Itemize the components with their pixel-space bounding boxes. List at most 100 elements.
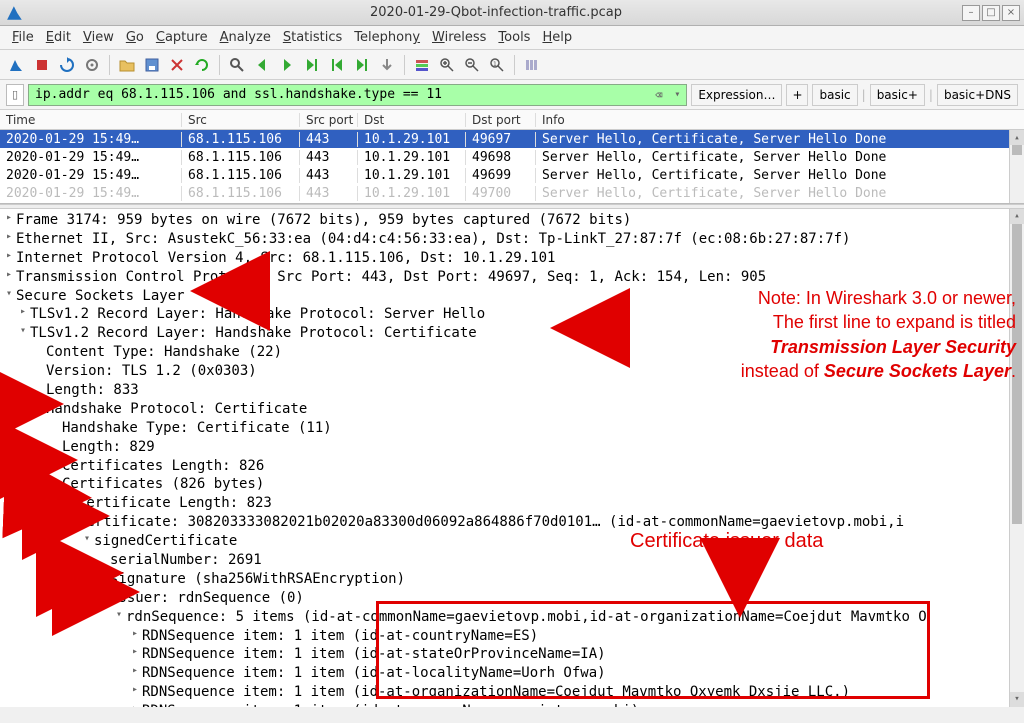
scroll-down-icon[interactable]: ▾	[1010, 692, 1024, 707]
collapse-icon[interactable]: ▸	[98, 570, 108, 584]
scroll-thumb[interactable]	[1012, 224, 1022, 524]
tree-item[interactable]: serialNumber: 2691	[4, 551, 1020, 570]
reload-file-button[interactable]	[191, 54, 213, 76]
scroll-thumb[interactable]	[1012, 145, 1022, 155]
expand-icon[interactable]: ▾	[18, 324, 28, 338]
collapse-icon[interactable]: ▸	[4, 211, 14, 225]
tree-item[interactable]: ▸Transmission Control Protocol, Src Port…	[4, 268, 1020, 287]
packet-details-pane[interactable]: ▸Frame 3174: 959 bytes on wire (7672 bit…	[0, 209, 1024, 707]
collapse-icon[interactable]: ▸	[130, 683, 140, 697]
menu-telephony[interactable]: Telephony	[350, 28, 424, 47]
tree-item[interactable]: ▸signature (sha256WithRSAEncryption)	[4, 570, 1020, 589]
tree-item[interactable]: ▸Ethernet II, Src: AsustekC_56:33:ea (04…	[4, 230, 1020, 249]
expand-icon[interactable]: ▾	[98, 589, 108, 603]
tree-item[interactable]: ▸RDNSequence item: 1 item (id-at-country…	[4, 627, 1020, 646]
open-file-button[interactable]	[116, 54, 138, 76]
expand-icon[interactable]: ▾	[66, 513, 76, 527]
tree-item[interactable]: ▸RDNSequence item: 1 item (id-at-organiz…	[4, 683, 1020, 702]
display-filter-input[interactable]: ip.addr eq 68.1.115.106 and ssl.handshak…	[28, 84, 687, 106]
menu-statistics[interactable]: Statistics	[279, 28, 346, 47]
filter-history-dropdown[interactable]: ▾	[674, 89, 680, 100]
menu-tools[interactable]: Tools	[494, 28, 534, 47]
zoom-out-button[interactable]	[461, 54, 483, 76]
packet-row[interactable]: 2020-01-29 15:49… 68.1.115.106 443 10.1.…	[0, 130, 1024, 148]
column-dst[interactable]: Dst	[358, 113, 466, 127]
go-to-packet-button[interactable]	[301, 54, 323, 76]
packet-row[interactable]: 2020-01-29 15:49… 68.1.115.106 443 10.1.…	[0, 166, 1024, 184]
menu-capture[interactable]: Capture	[152, 28, 212, 47]
clear-filter-icon[interactable]: ⌫	[655, 88, 662, 102]
menu-help[interactable]: Help	[538, 28, 576, 47]
collapse-icon[interactable]: ▸	[4, 268, 14, 282]
expand-icon[interactable]: ▾	[50, 475, 60, 489]
menu-go[interactable]: Go	[122, 28, 148, 47]
start-capture-button[interactable]	[6, 54, 28, 76]
tree-item[interactable]: ▾Certificates (826 bytes)	[4, 475, 1020, 494]
details-scrollbar[interactable]: ▴ ▾	[1009, 209, 1024, 707]
minimize-button[interactable]: –	[962, 5, 980, 21]
go-first-button[interactable]	[326, 54, 348, 76]
tree-item[interactable]: Length: 829	[4, 438, 1020, 457]
expand-icon[interactable]: ▾	[34, 400, 44, 414]
menu-file[interactable]: File	[8, 28, 38, 47]
tree-item[interactable]: ▾issuer: rdnSequence (0)	[4, 589, 1020, 608]
tree-item[interactable]: ▾Handshake Protocol: Certificate	[4, 400, 1020, 419]
bookmark-filter-button[interactable]: ▯	[6, 84, 24, 106]
tree-item[interactable]: ▸Frame 3174: 959 bytes on wire (7672 bit…	[4, 211, 1020, 230]
tree-item[interactable]: ▸RDNSequence item: 1 item (id-at-stateOr…	[4, 645, 1020, 664]
tree-item[interactable]: ▾Secure Sockets Layer	[4, 287, 1020, 306]
collapse-icon[interactable]: ▸	[130, 702, 140, 707]
tree-item[interactable]: ▸RDNSequence item: 1 item (id-at-commonN…	[4, 702, 1020, 707]
expand-icon[interactable]: ▾	[114, 608, 124, 622]
zoom-in-button[interactable]	[436, 54, 458, 76]
tree-item[interactable]: Version: TLS 1.2 (0x0303)	[4, 362, 1020, 381]
column-time[interactable]: Time	[0, 113, 182, 127]
packet-list-pane[interactable]: 2020-01-29 15:49… 68.1.115.106 443 10.1.…	[0, 130, 1024, 204]
column-srcport[interactable]: Src port	[300, 113, 358, 127]
tree-item[interactable]: Certificates Length: 826	[4, 457, 1020, 476]
tree-item[interactable]: Certificate Length: 823	[4, 494, 1020, 513]
find-packet-button[interactable]	[226, 54, 248, 76]
expand-icon[interactable]: ▾	[4, 287, 14, 301]
resize-columns-button[interactable]	[521, 54, 543, 76]
add-filter-button[interactable]: +	[786, 84, 808, 106]
collapse-icon[interactable]: ▸	[130, 645, 140, 659]
filter-bookmark-basic-plus[interactable]: basic+	[870, 84, 925, 106]
tree-item[interactable]: ▸RDNSequence item: 1 item (id-at-localit…	[4, 664, 1020, 683]
go-last-button[interactable]	[351, 54, 373, 76]
menu-wireless[interactable]: Wireless	[428, 28, 490, 47]
collapse-icon[interactable]: ▸	[18, 305, 28, 319]
expression-button[interactable]: Expression…	[691, 84, 782, 106]
autoscroll-button[interactable]	[376, 54, 398, 76]
expand-icon[interactable]: ▾	[82, 532, 92, 546]
close-button[interactable]: ×	[1002, 5, 1020, 21]
tree-item[interactable]: ▾TLSv1.2 Record Layer: Handshake Protoco…	[4, 324, 1020, 343]
filter-bookmark-basic[interactable]: basic	[812, 84, 857, 106]
go-next-button[interactable]	[276, 54, 298, 76]
tree-item[interactable]: ▾signedCertificate	[4, 532, 1020, 551]
scroll-up-icon[interactable]: ▴	[1010, 130, 1024, 145]
tree-item[interactable]: Content Type: Handshake (22)	[4, 343, 1020, 362]
tree-item[interactable]: ▾rdnSequence: 5 items (id-at-commonName=…	[4, 608, 1020, 627]
zoom-reset-button[interactable]: 1	[486, 54, 508, 76]
packet-list-scrollbar[interactable]: ▴	[1009, 130, 1024, 203]
collapse-icon[interactable]: ▸	[4, 249, 14, 263]
capture-options-button[interactable]	[81, 54, 103, 76]
go-prev-button[interactable]	[251, 54, 273, 76]
close-file-button[interactable]	[166, 54, 188, 76]
column-src[interactable]: Src	[182, 113, 300, 127]
packet-row[interactable]: 2020-01-29 15:49… 68.1.115.106 443 10.1.…	[0, 148, 1024, 166]
collapse-icon[interactable]: ▸	[130, 627, 140, 641]
collapse-icon[interactable]: ▸	[130, 664, 140, 678]
column-dstport[interactable]: Dst port	[466, 113, 536, 127]
tree-item[interactable]: Handshake Type: Certificate (11)	[4, 419, 1020, 438]
restart-capture-button[interactable]	[56, 54, 78, 76]
menu-edit[interactable]: Edit	[42, 28, 75, 47]
colorize-button[interactable]	[411, 54, 433, 76]
tree-item[interactable]: ▸Internet Protocol Version 4, Src: 68.1.…	[4, 249, 1020, 268]
maximize-button[interactable]: □	[982, 5, 1000, 21]
packet-row[interactable]: 2020-01-29 15:49… 68.1.115.106 443 10.1.…	[0, 184, 1024, 202]
stop-capture-button[interactable]	[31, 54, 53, 76]
tree-item[interactable]: Length: 833	[4, 381, 1020, 400]
collapse-icon[interactable]: ▸	[4, 230, 14, 244]
